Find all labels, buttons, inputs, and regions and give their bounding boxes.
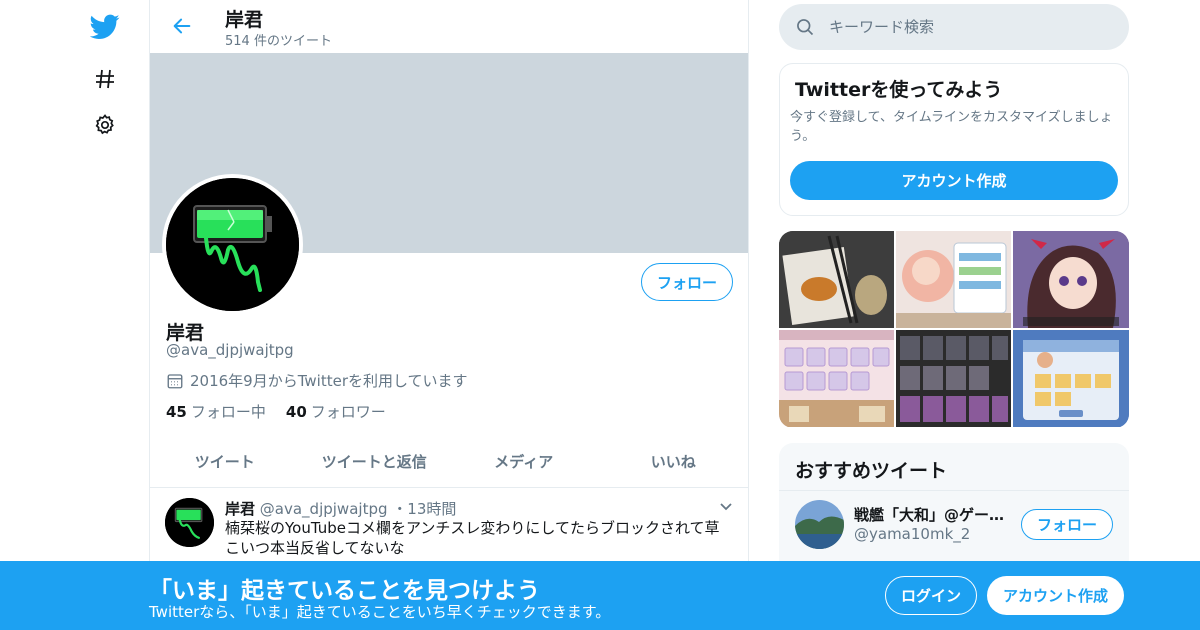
media-thumbnail[interactable] [1013, 231, 1129, 328]
profile-tabs: ツイート ツイートと返信 メディア いいね [150, 436, 748, 488]
search-box[interactable] [779, 4, 1129, 50]
hashtag-icon[interactable] [88, 62, 122, 96]
recommended-name[interactable]: 戦艦「大和」@ゲー… [854, 504, 1009, 525]
followers-stat[interactable]: 40 フォロワー [286, 401, 386, 422]
tweet-item[interactable]: 岸君 @ava_djpjwajtpg ・13時間 楠栞桜のYouTubeコメ欄を… [150, 488, 748, 568]
header-tweet-count: 514 件のツイート [225, 34, 332, 49]
media-grid [779, 231, 1129, 428]
recommended-handle: @yama10mk_2 [854, 525, 971, 543]
follow-button[interactable]: フォロー [641, 263, 733, 301]
calendar-icon [167, 373, 183, 388]
twitter-bird-icon[interactable] [88, 10, 122, 44]
tweet-author-name[interactable]: 岸君 [225, 500, 255, 518]
battery-avatar-image [166, 178, 299, 311]
tab-tweets[interactable]: ツイート [150, 436, 300, 487]
tab-media[interactable]: メディア [449, 436, 599, 487]
tweet-text: 楠栞桜のYouTubeコメ欄をアンチスレ変わりにしてたらブロックされて草 こいつ… [225, 518, 725, 558]
signup-card: Twitterを使ってみよう 今すぐ登録して、タイムラインをカスタマイズしましょ… [779, 63, 1129, 216]
bottom-create-account-button[interactable]: アカウント作成 [987, 576, 1124, 615]
search-input[interactable] [829, 18, 1109, 36]
recommended-follow-button[interactable]: フォロー [1021, 509, 1113, 540]
login-button[interactable]: ログイン [885, 576, 977, 615]
signup-card-title: Twitterを使ってみよう [795, 79, 1003, 101]
recommended-title: おすすめツイート [795, 460, 948, 482]
tab-likes[interactable]: いいね [599, 436, 749, 487]
bottom-bar-subtitle: Twitterなら、「いま」起きていることをいち早くチェックできます。 [149, 603, 611, 621]
tweet-header: 岸君 @ava_djpjwajtpg ・13時間 [225, 498, 456, 519]
recommended-avatar[interactable] [795, 500, 844, 549]
media-thumbnail[interactable] [896, 330, 1011, 427]
joined-text: 2016年9月からTwitterを利用しています [190, 372, 468, 390]
settings-gear-icon[interactable] [88, 108, 122, 142]
create-account-button[interactable]: アカウント作成 [790, 161, 1118, 200]
followers-count: 40 [285, 403, 307, 421]
tweet-avatar[interactable] [165, 498, 214, 547]
recommended-user[interactable]: 戦艦「大和」@ゲー… @yama10mk_2 フォロー [779, 490, 1129, 560]
chevron-down-icon[interactable] [718, 498, 734, 514]
header-title: 岸君 [225, 9, 264, 31]
tweet-author-handle: @ava_djpjwajtpg [259, 500, 388, 518]
profile-stats: 45 フォロー中 40 フォロワー [166, 401, 386, 422]
back-arrow-icon[interactable] [167, 11, 197, 41]
following-stat[interactable]: 45 フォロー中 [166, 401, 266, 422]
tweet-time[interactable]: ・13時間 [392, 500, 456, 518]
media-thumbnail[interactable] [779, 231, 894, 328]
recommended-card: おすすめツイート 戦艦「大和」@ゲー… @yama10mk_2 フォロー [779, 443, 1129, 573]
media-thumbnail[interactable] [1013, 330, 1129, 427]
following-count: 45 [166, 403, 187, 421]
joined-date: 2016年9月からTwitterを利用しています [166, 370, 468, 391]
media-thumbnail[interactable] [779, 330, 894, 427]
signup-prompt-bar: 「いま」起きていることを見つけよう Twitterなら、「いま」起きていることを… [0, 561, 1200, 630]
media-thumbnail[interactable] [896, 231, 1011, 328]
profile-column: 岸君 514 件のツイート フォロー 岸君 @ava_djpjwajtpg 20… [149, 0, 749, 630]
following-label: フォロー中 [190, 403, 266, 421]
profile-handle: @ava_djpjwajtpg [166, 341, 294, 359]
tab-tweets-and-replies[interactable]: ツイートと返信 [300, 436, 450, 487]
profile-avatar[interactable] [162, 174, 303, 315]
tweet-text-line: こいつ本当反省してないな [225, 539, 405, 557]
followers-label: フォロワー [310, 403, 386, 421]
tweet-text-line: 楠栞桜のYouTubeコメ欄をアンチスレ変わりにしてたらブロックされて草 [225, 519, 720, 537]
search-icon [797, 19, 814, 36]
signup-card-description: 今すぐ登録して、タイムラインをカスタマイズしましょう。 [790, 110, 1113, 144]
bottom-bar-title: 「いま」起きていることを見つけよう [149, 578, 540, 604]
